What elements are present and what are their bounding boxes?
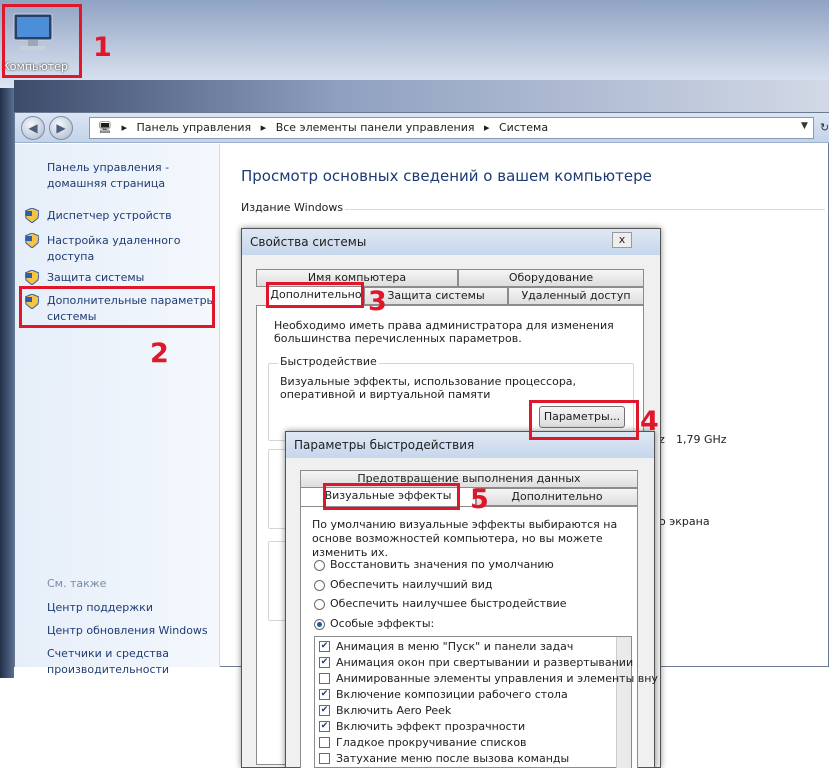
effect-label: Включить Aero Peek	[336, 704, 452, 717]
performance-tools-link[interactable]: Счетчики и средства производительности	[47, 646, 207, 678]
refresh-icon[interactable]: ↻	[820, 121, 829, 134]
annotation-number-3: 3	[368, 286, 387, 317]
address-bar[interactable]: 🖥 ▸ Панель управления ▸ Все элементы пан…	[89, 117, 814, 139]
effect-checkbox[interactable]: ✔	[319, 689, 330, 700]
desktop-background	[0, 0, 829, 90]
address-bar-area: ◀ ▶ 🖥 ▸ Панель управления ▸ Все элементы…	[15, 113, 829, 143]
effect-checkbox[interactable]	[319, 673, 330, 684]
radio-best-performance[interactable]	[314, 599, 325, 610]
system-protection-link[interactable]: Защита системы	[47, 270, 144, 286]
admin-note: Необходимо иметь права администратора дл…	[274, 319, 614, 345]
radio-default-label: Восстановить значения по умолчанию	[330, 558, 554, 571]
page-title: Просмотр основных сведений о вашем компь…	[241, 167, 652, 185]
annotation-box-2	[19, 286, 215, 328]
control-panel-home-link[interactable]: Панель управления - домашняя страница	[47, 160, 207, 192]
breadcrumb-control-panel[interactable]: Панель управления	[137, 121, 252, 134]
remote-settings-link[interactable]: Настройка удаленного доступа	[47, 233, 197, 265]
shield-icon	[25, 233, 39, 248]
annotation-box-5	[323, 483, 460, 510]
radio-custom[interactable]	[314, 619, 325, 630]
screen-text-fragment: о экрана	[659, 515, 710, 528]
radio-best-performance-label: Обеспечить наилучшее быстродействие	[330, 597, 567, 610]
effect-label: Анимация окон при свертывании и разверты…	[336, 656, 634, 669]
breadcrumb-separator-icon: ▸	[121, 121, 127, 134]
radio-best-appearance[interactable]	[314, 580, 325, 591]
effect-checkbox[interactable]: ✔	[319, 721, 330, 732]
action-center-link[interactable]: Центр поддержки	[47, 600, 153, 616]
performance-description: Визуальные эффекты, использование процес…	[280, 375, 577, 401]
divider	[345, 209, 825, 210]
system-properties-title: Свойства системы	[242, 229, 660, 255]
radio-default[interactable]	[314, 560, 325, 571]
effect-label: Включить эффект прозрачности	[336, 720, 526, 733]
window-behind-band	[14, 80, 829, 112]
effect-checkbox[interactable]	[319, 753, 330, 764]
visual-effects-note: По умолчанию визуальные эффекты выбирают…	[312, 518, 618, 559]
radio-custom-label: Особые эффекты:	[330, 617, 435, 630]
annotation-number-4: 4	[640, 406, 659, 437]
radio-best-appearance-label: Обеспечить наилучший вид	[330, 578, 493, 591]
left-navigation-pane: Панель управления - домашняя страница Ди…	[15, 144, 220, 676]
address-dropdown-icon[interactable]: ▼	[801, 121, 808, 131]
annotation-number-2: 2	[150, 338, 169, 369]
annotation-number-5: 5	[470, 484, 489, 515]
see-also-heading: См. также	[47, 577, 107, 590]
breadcrumb-all-items[interactable]: Все элементы панели управления	[276, 121, 475, 134]
performance-group-title: Быстродействие	[278, 355, 379, 368]
annotation-number-1: 1	[93, 32, 112, 63]
effect-checkbox[interactable]: ✔	[319, 657, 330, 668]
annotation-box-3	[266, 282, 364, 308]
tab-hardware[interactable]: Оборудование	[458, 269, 644, 287]
back-button[interactable]: ◀	[21, 116, 45, 140]
shield-icon	[25, 208, 39, 223]
breadcrumb-system[interactable]: Система	[499, 121, 548, 134]
annotation-box-1	[2, 4, 82, 78]
forward-button[interactable]: ▶	[49, 116, 73, 140]
desktop-left-strip	[0, 88, 14, 678]
effect-checkbox[interactable]: ✔	[319, 641, 330, 652]
effect-checkbox[interactable]: ✔	[319, 705, 330, 716]
close-icon[interactable]: x	[612, 232, 632, 248]
effect-label: Включение композиции рабочего стола	[336, 688, 568, 701]
cpu-speed-value: 1,79 GHz	[676, 433, 727, 446]
breadcrumb-separator-icon: ▸	[483, 121, 490, 134]
annotation-box-4	[529, 400, 639, 440]
effect-label: Анимация в меню "Пуск" и панели задач	[336, 640, 574, 653]
breadcrumb-separator-icon: ▸	[260, 121, 267, 134]
windows-edition-heading: Издание Windows	[241, 201, 344, 214]
device-manager-link[interactable]: Диспетчер устройств	[47, 208, 172, 224]
effect-checkbox[interactable]	[319, 737, 330, 748]
effect-label: Гладкое прокручивание списков	[336, 736, 527, 749]
effect-label: Анимированные элементы управления и элем…	[336, 672, 658, 685]
windows-update-link[interactable]: Центр обновления Windows	[47, 623, 208, 639]
tab-remote[interactable]: Удаленный доступ	[508, 287, 644, 305]
shield-icon	[25, 270, 39, 285]
computer-small-icon: 🖥	[98, 121, 112, 134]
tab-advanced-perf[interactable]: Дополнительно	[476, 488, 638, 506]
effect-label: Затухание меню после вызова команды	[336, 752, 570, 765]
